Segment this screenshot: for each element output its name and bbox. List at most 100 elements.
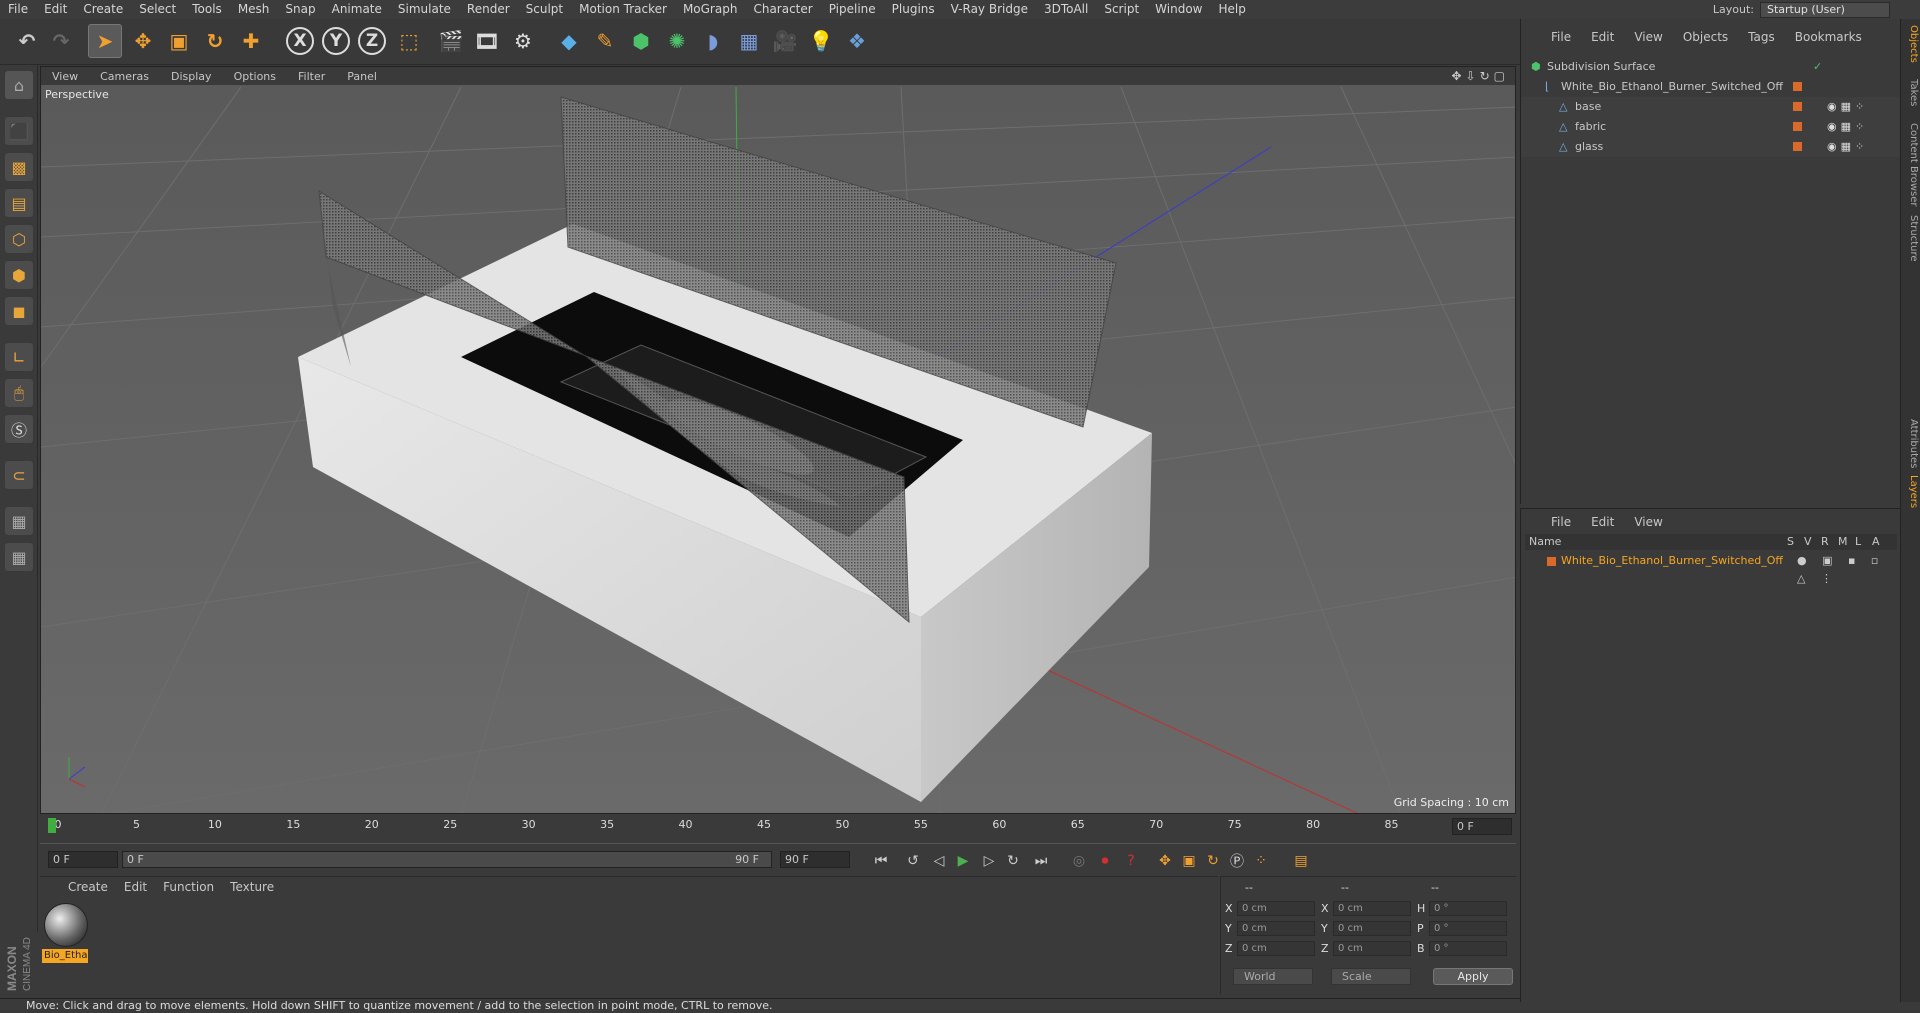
object-menu-tags[interactable]: Tags <box>1738 30 1785 44</box>
menu-v-ray-bridge[interactable]: V-Ray Bridge <box>943 0 1036 19</box>
coord-size-field[interactable]: 0 cm <box>1333 921 1411 936</box>
pen-spline-icon[interactable]: ✎ <box>588 24 622 58</box>
current-frame-field[interactable]: 0 F <box>1452 818 1512 835</box>
end-frame-field[interactable]: 90 F <box>780 851 850 868</box>
material-menu-create[interactable]: Create <box>60 880 116 894</box>
coord-position-field[interactable]: 0 cm <box>1237 901 1315 916</box>
object-menu-file[interactable]: File <box>1541 30 1581 44</box>
z-axis-lock-button[interactable]: Z <box>358 27 386 55</box>
coord-size-field[interactable]: 0 cm <box>1333 941 1411 956</box>
layer-flags-icon[interactable]: ● ▣ ▪ ▫ △ ⋮ <box>1797 552 1897 588</box>
start-frame-field[interactable]: 0 F <box>48 851 118 868</box>
viewport-menu-filter[interactable]: Filter <box>287 70 336 83</box>
key-position-icon[interactable]: ✥ <box>1154 851 1176 871</box>
grid-snap-icon[interactable]: ▦ <box>5 543 33 571</box>
material-menu-texture[interactable]: Texture <box>222 880 282 894</box>
menu-motion-tracker[interactable]: Motion Tracker <box>571 0 675 19</box>
viewport-menu-display[interactable]: Display <box>160 70 223 83</box>
menu-edit[interactable]: Edit <box>36 0 75 19</box>
rotate-tool-icon[interactable]: ↻ <box>198 24 232 58</box>
material-menu-edit[interactable]: Edit <box>116 880 155 894</box>
menu-mograph[interactable]: MoGraph <box>675 0 746 19</box>
coordinate-space-dropdown[interactable]: World <box>1233 968 1313 985</box>
key-rotation-icon[interactable]: ↻ <box>1202 851 1224 871</box>
viewport-menu-panel[interactable]: Panel <box>336 70 388 83</box>
deformer-icon[interactable]: ◗ <box>696 24 730 58</box>
material-name-label[interactable]: Bio_Etha <box>42 949 88 963</box>
object-row[interactable]: ⌊ White_Bio_Ethanol_Burner_Switched_Off <box>1521 77 1901 97</box>
object-menu-view[interactable]: View <box>1624 30 1672 44</box>
object-row[interactable]: △ fabric ◉▦⁘ <box>1521 117 1901 137</box>
menu-select[interactable]: Select <box>131 0 184 19</box>
current-frame-marker[interactable] <box>48 818 56 833</box>
move-tool-icon[interactable]: ✥ <box>126 24 160 58</box>
side-tab-takes[interactable]: Takes <box>1903 79 1919 106</box>
record-icon[interactable]: ⏺ <box>1094 851 1116 871</box>
material-tags-icon[interactable]: ◉▦⁘ <box>1827 137 1868 157</box>
viewport-menu-view[interactable]: View <box>41 70 89 83</box>
transform-tool-icon[interactable]: ✚ <box>234 24 268 58</box>
next-frame-icon[interactable]: ▷ <box>978 851 1000 871</box>
menu-simulate[interactable]: Simulate <box>390 0 459 19</box>
side-tab-objects[interactable]: Objects <box>1903 25 1919 63</box>
menu-mesh[interactable]: Mesh <box>230 0 278 19</box>
coord-position-field[interactable]: 0 cm <box>1237 921 1315 936</box>
coord-position-field[interactable]: 0 cm <box>1237 941 1315 956</box>
object-menu-objects[interactable]: Objects <box>1673 30 1738 44</box>
coordinate-mode-dropdown[interactable]: Scale <box>1331 968 1411 985</box>
render-picture-viewer-icon[interactable]: 🎞 <box>470 24 504 58</box>
side-tab-content-browser[interactable]: Content Browser <box>1903 123 1919 206</box>
object-row[interactable]: ⬢ Subdivision Surface ✓ <box>1521 57 1901 77</box>
menu-render[interactable]: Render <box>459 0 518 19</box>
previous-frame-icon[interactable]: ◁ <box>928 851 950 871</box>
layer-menu-edit[interactable]: Edit <box>1581 515 1624 529</box>
floor-icon[interactable]: ▦ <box>732 24 766 58</box>
key-pla-icon[interactable]: ⁘ <box>1250 851 1272 871</box>
layout-dropdown[interactable]: Startup (User) <box>1760 1 1890 18</box>
coordinate-system-icon[interactable]: ⬚ <box>392 24 426 58</box>
magnet-icon[interactable]: ⊂ <box>5 461 33 489</box>
points-mode-icon[interactable]: ⬡ <box>5 225 33 253</box>
light-icon[interactable]: 💡 <box>804 24 838 58</box>
object-menu-bookmarks[interactable]: Bookmarks <box>1785 30 1872 44</box>
frame-range-slider[interactable]: 0 F 90 F <box>122 851 772 868</box>
coord-rotation-field[interactable]: 0 ° <box>1429 921 1507 936</box>
coord-size-field[interactable]: 0 cm <box>1333 901 1411 916</box>
edges-mode-icon[interactable]: ⬢ <box>5 261 33 289</box>
undo-icon[interactable]: ↶ <box>10 24 44 58</box>
menu-snap[interactable]: Snap <box>277 0 323 19</box>
texture-mode-icon[interactable]: ▩ <box>5 153 33 181</box>
object-row[interactable]: △ base ◉▦⁘ <box>1521 97 1901 117</box>
render-view-icon[interactable]: 🎬 <box>434 24 468 58</box>
layer-row[interactable]: White_Bio_Ethanol_Burner_Switched_Off ● … <box>1525 552 1897 585</box>
layer-menu-file[interactable]: File <box>1541 515 1581 529</box>
coord-rotation-field[interactable]: 0 ° <box>1429 901 1507 916</box>
cube-primitive-icon[interactable]: ◆ <box>552 24 586 58</box>
menu-file[interactable]: File <box>0 0 36 19</box>
play-icon[interactable]: ▶ <box>952 851 974 871</box>
make-editable-icon[interactable]: ⌂ <box>5 71 33 99</box>
apply-button[interactable]: Apply <box>1433 968 1513 985</box>
menu-character[interactable]: Character <box>745 0 820 19</box>
material-tags-icon[interactable]: ◉▦⁘ <box>1827 97 1868 117</box>
menu-create[interactable]: Create <box>75 0 131 19</box>
material-tags-icon[interactable]: ◉▦⁘ <box>1827 117 1868 137</box>
side-tab-layers[interactable]: Layers <box>1903 475 1919 508</box>
material-thumbnail[interactable] <box>44 903 88 947</box>
camera-icon[interactable]: 🎥 <box>768 24 802 58</box>
menu-sculpt[interactable]: Sculpt <box>518 0 571 19</box>
menu-pipeline[interactable]: Pipeline <box>821 0 884 19</box>
menu-window[interactable]: Window <box>1147 0 1210 19</box>
menu-animate[interactable]: Animate <box>324 0 390 19</box>
scale-tool-icon[interactable]: ▣ <box>162 24 196 58</box>
polygons-mode-icon[interactable]: ◼ <box>5 297 33 325</box>
y-axis-lock-button[interactable]: Y <box>322 27 350 55</box>
menu-3dtoall[interactable]: 3DToAll <box>1036 0 1096 19</box>
menu-plugins[interactable]: Plugins <box>884 0 943 19</box>
select-tool-icon[interactable]: ➤ <box>88 24 122 58</box>
key-parameter-icon[interactable]: Ⓟ <box>1226 851 1248 871</box>
timeline-ruler[interactable]: 051015202530354045505560657075808590 0 F <box>40 816 1516 836</box>
side-tab-attributes[interactable]: Attributes <box>1903 419 1919 468</box>
timeline-window-icon[interactable]: ▤ <box>1290 851 1312 871</box>
model-mode-icon[interactable]: ⬛ <box>5 117 33 145</box>
